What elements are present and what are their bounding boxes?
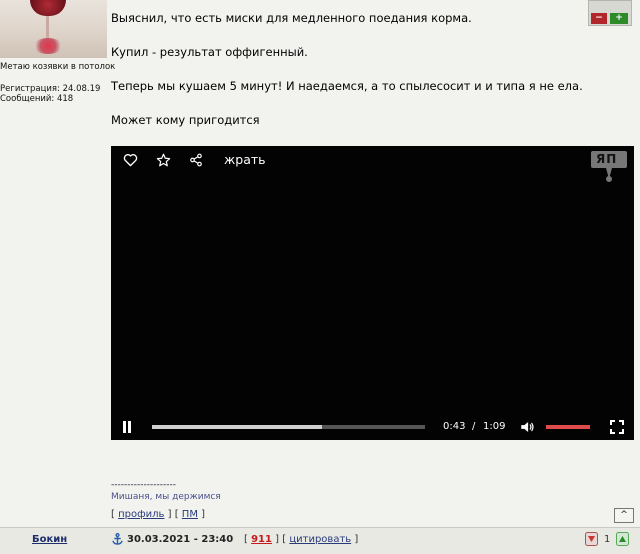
bracket: ] — [354, 534, 359, 545]
signature-text: Мишаня, мы держимся — [111, 492, 221, 502]
next-post-links: [ 911 ] [ цитировать ] — [244, 534, 358, 545]
bracket: [ — [244, 534, 248, 545]
anchor-icon[interactable] — [112, 533, 123, 545]
volume-icon[interactable] — [520, 420, 535, 434]
vote-minus-button[interactable]: − — [591, 13, 607, 24]
next-post-date: 30.03.2021 - 23:40 — [127, 534, 234, 545]
fullscreen-icon[interactable] — [610, 420, 624, 434]
heart-icon[interactable] — [123, 153, 138, 167]
volume-slider[interactable] — [546, 425, 590, 429]
star-icon[interactable] — [156, 153, 171, 167]
bracket: [ — [111, 509, 115, 520]
signature-divider: -------------------- — [111, 480, 176, 490]
wine-glass-glow — [33, 38, 63, 54]
post-rating: 1 — [604, 534, 611, 545]
seek-bar[interactable] — [152, 425, 425, 429]
bracket: ] [ — [167, 509, 179, 520]
quote-link[interactable]: цитировать — [289, 534, 351, 545]
post-text-line: Выяснил, что есть миски для медленного п… — [111, 11, 472, 25]
post-links: [ профиль ] [ ПМ ] — [111, 509, 205, 520]
pm-link[interactable]: ПМ — [182, 509, 198, 520]
like-icon[interactable] — [616, 532, 629, 546]
post-text-line: Купил - результат оффигенный. — [111, 45, 308, 59]
user-registration: Регистрация: 24.08.19 — [0, 84, 101, 94]
time-separator: / — [472, 421, 476, 432]
current-time: 0:43 — [443, 421, 466, 432]
volume-level — [546, 425, 590, 429]
avatar[interactable] — [0, 0, 107, 58]
post-text-line: Теперь мы кушаем 5 минут! И наедаемся, а… — [111, 79, 583, 93]
seek-bar-progress — [152, 425, 323, 429]
bracket: ] — [201, 509, 206, 520]
user-post-count: Сообщений: 418 — [0, 94, 74, 104]
user-status: Метаю козявки в потолок — [0, 62, 116, 72]
video-title[interactable]: жрать — [224, 152, 266, 167]
yap-logo: ЯП — [588, 149, 630, 183]
bracket: ] [ — [275, 534, 287, 545]
post-number-link[interactable]: 911 — [251, 534, 272, 545]
pause-icon[interactable] — [122, 421, 132, 433]
post-text-line: Может кому пригодится — [111, 113, 260, 127]
vote-plus-button[interactable]: + — [610, 13, 628, 24]
next-post-author[interactable]: Бокин — [32, 534, 67, 545]
yap-logo-text: ЯП — [596, 152, 618, 166]
video-player[interactable] — [111, 146, 634, 440]
wine-glass-image — [30, 0, 66, 16]
share-icon[interactable] — [189, 153, 203, 167]
duration: 1:09 — [483, 421, 506, 432]
dislike-icon[interactable] — [585, 532, 598, 546]
scroll-up-button[interactable]: ^ — [614, 508, 634, 523]
profile-link[interactable]: профиль — [118, 509, 164, 520]
